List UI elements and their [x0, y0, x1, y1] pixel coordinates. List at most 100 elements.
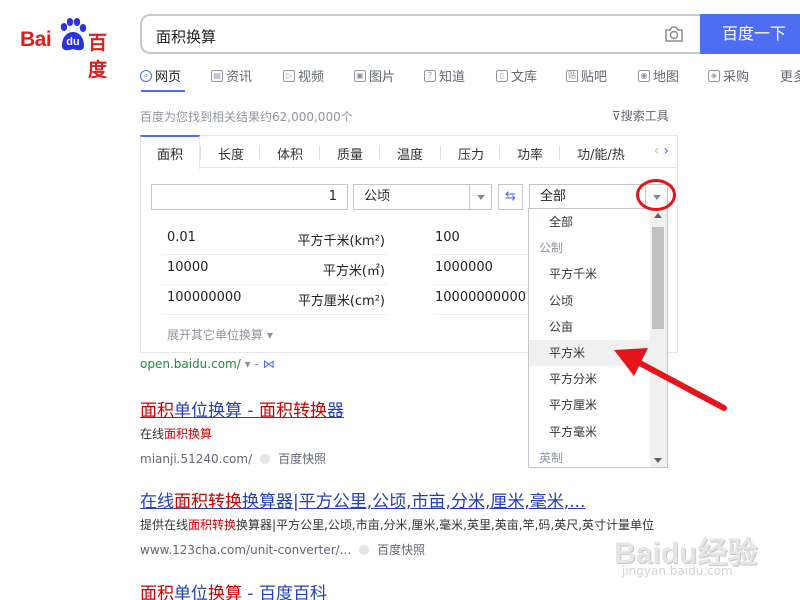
nav-active-underline [141, 90, 185, 92]
from-unit-select[interactable]: 公顷 [353, 184, 492, 210]
nav-tab[interactable]: ▣ 图片 [354, 66, 395, 85]
text-fragment: 面积转换 [174, 492, 242, 512]
text-fragment: 换算器|平方公里,公顷,市亩,分米,厘米,毫米,... [242, 492, 586, 512]
result-url[interactable]: www.123cha.com/unit-converter/... [140, 543, 351, 557]
search-button[interactable]: 百度一下 [700, 14, 800, 54]
result-description: 提供在线面积转换换算器|平方公里,公顷,市亩,分米,厘米,毫米,英里,英亩,竿,… [140, 516, 654, 533]
camera-icon[interactable] [664, 25, 684, 43]
nav-tab-icon: 贴 [566, 69, 578, 82]
dropdown-group-label: 公制 [539, 241, 564, 256]
unit-category-tab[interactable]: 温度 [397, 144, 423, 163]
unit-category-tab[interactable]: 面积 [157, 144, 183, 163]
nav-tab[interactable]: 更多 [780, 66, 800, 85]
nav-tab-icon: ▣ [354, 69, 366, 82]
caret-down-icon[interactable]: ▾ - [245, 357, 263, 371]
scroll-down-icon[interactable] [654, 458, 662, 463]
nav-tab[interactable]: ⌕ 网页 [140, 66, 181, 85]
nav-tab-label: 地图 [653, 70, 680, 85]
chevron-left-icon[interactable]: ‹ [654, 143, 660, 159]
logo-text-du: du [66, 36, 80, 48]
nav-tab[interactable]: ▯ 文库 [496, 66, 537, 85]
nav-tab[interactable]: ▷ 视频 [283, 66, 324, 85]
nav-tab[interactable]: ▤ 资讯 [211, 66, 252, 85]
to-unit-value: 全部 [540, 189, 567, 204]
dropdown-option[interactable]: 平方毫米 [529, 419, 651, 445]
cache-link[interactable]: 百度快照 [377, 543, 425, 557]
amount-input[interactable]: 1 [151, 184, 348, 210]
text-fragment: 单位换算 - [174, 401, 259, 421]
search-input[interactable]: 面积换算 [140, 14, 700, 54]
unit-category-tab[interactable]: 功/能/热 [577, 144, 625, 163]
expand-other-units-link[interactable]: 展开其它单位换算 ▾ [167, 326, 273, 343]
search-tools-label: 搜索工具 [620, 109, 669, 123]
unit-category-tab[interactable]: 质量 [337, 144, 363, 163]
caret-down-icon: ▾ [263, 328, 273, 342]
text-fragment: 换算 [208, 584, 242, 600]
nav-tab[interactable]: ◉ 地图 [638, 66, 679, 85]
unit-category-tab[interactable]: 长度 [218, 144, 244, 163]
tab-separator [559, 146, 560, 160]
text-fragment: 提供在线 [140, 518, 189, 532]
nav-tab[interactable]: 贴贴吧 [566, 66, 607, 85]
tab-separator [499, 146, 500, 160]
text-fragment: 面积转换 [188, 518, 237, 532]
result-title-link[interactable]: 面积单位换算 - 百度百科 [140, 579, 327, 600]
nav-tab-label: 贴吧 [581, 70, 608, 85]
converted-value: 10000 [167, 260, 209, 275]
tab-separator [200, 146, 201, 160]
nav-tab-label: 文库 [511, 70, 538, 85]
scroll-up-icon[interactable] [654, 213, 662, 218]
nav-tab-label: 视频 [298, 70, 325, 85]
logo-text-cn: 百度 [88, 32, 108, 81]
dropdown-option[interactable]: 平方千米 [529, 261, 651, 287]
unit-category-tab[interactable]: 压力 [458, 144, 484, 163]
search-query[interactable]: 面积换算 [156, 26, 216, 47]
scrollbar-thumb[interactable] [652, 227, 664, 329]
result-url[interactable]: mianji.51240.com/ [140, 452, 252, 466]
swap-units-button[interactable]: ⇆ [498, 184, 523, 210]
chevron-down-icon[interactable] [469, 185, 491, 209]
search-nav-tabs: ⌕ 网页 ▤ 资讯 ▷ 视频 ▣ 图片 ? 知道 ▯ 文库 贴贴吧 ◉ 地图 ◈ 采购 更多 [140, 66, 800, 88]
result-url-line: www.123cha.com/unit-converter/... 百度快照 [140, 541, 425, 558]
cache-link[interactable]: 百度快照 [278, 452, 326, 466]
logo-text-bai: Bai [20, 28, 52, 51]
result-title-link[interactable]: 面积单位换算 - 面积转换器 [140, 396, 344, 421]
text-fragment: 转换 [292, 401, 327, 421]
converted-value: 100 [435, 230, 460, 245]
baidu-logo[interactable]: Bai du 百度 [20, 18, 124, 81]
converted-value: 10000000000 [435, 290, 526, 305]
bowtie-icon: ⋈ [262, 357, 275, 371]
nav-tab[interactable]: ? 知道 [424, 66, 465, 85]
dropdown-group-label: 英制 [539, 450, 564, 465]
dropdown-scrollbar[interactable] [650, 209, 667, 467]
chevron-right-icon[interactable]: › [663, 143, 669, 159]
nav-tab[interactable]: ◈ 采购 [708, 66, 749, 85]
unit-category-tab[interactable]: 功率 [517, 144, 543, 163]
security-icon [260, 454, 271, 464]
unit-category-tab[interactable]: 体积 [277, 144, 303, 163]
unit-dropdown-list[interactable]: 英制 平方毫米 平方厘米 平方分米 平方米 公亩 公顷 平方千米 公制 全部 [528, 208, 668, 468]
tab-scroll-arrows: ‹ › [654, 143, 669, 159]
dropdown-option[interactable]: 公顷 [529, 288, 651, 314]
converted-value: 1000000 [435, 260, 493, 275]
result-count: 百度为您找到相关结果约62,000,000个 [140, 110, 353, 124]
nav-tab-label: 更多 [780, 70, 800, 85]
dropdown-option[interactable]: 公亩 [529, 314, 651, 340]
nav-tab-label: 图片 [369, 70, 396, 85]
text-fragment: - 百度百科 [242, 584, 327, 600]
result-title-link[interactable]: 在线面积转换换算器|平方公里,公顷,市亩,分米,厘米,毫米,... [140, 487, 585, 512]
annotation-circle [636, 179, 676, 211]
nav-tab-icon: ? [424, 69, 436, 82]
source-link[interactable]: open.baidu.com/ ▾ - ⋈ [140, 357, 275, 371]
nav-tab-icon: ▯ [496, 69, 508, 82]
dropdown-option[interactable]: 全部 [529, 209, 651, 235]
from-unit-value: 公顷 [364, 189, 391, 204]
search-tools-button[interactable]: ⊽搜索工具 [612, 107, 669, 124]
unit-label: 平方千米(km²) [297, 234, 385, 249]
converted-value: 0.01 [167, 230, 196, 245]
unit-label: 平方厘米(cm²) [297, 294, 385, 309]
tab-separator [440, 146, 441, 160]
tab-separator [379, 146, 380, 160]
tab-separator [319, 146, 320, 160]
annotation-arrow-icon [614, 348, 727, 411]
